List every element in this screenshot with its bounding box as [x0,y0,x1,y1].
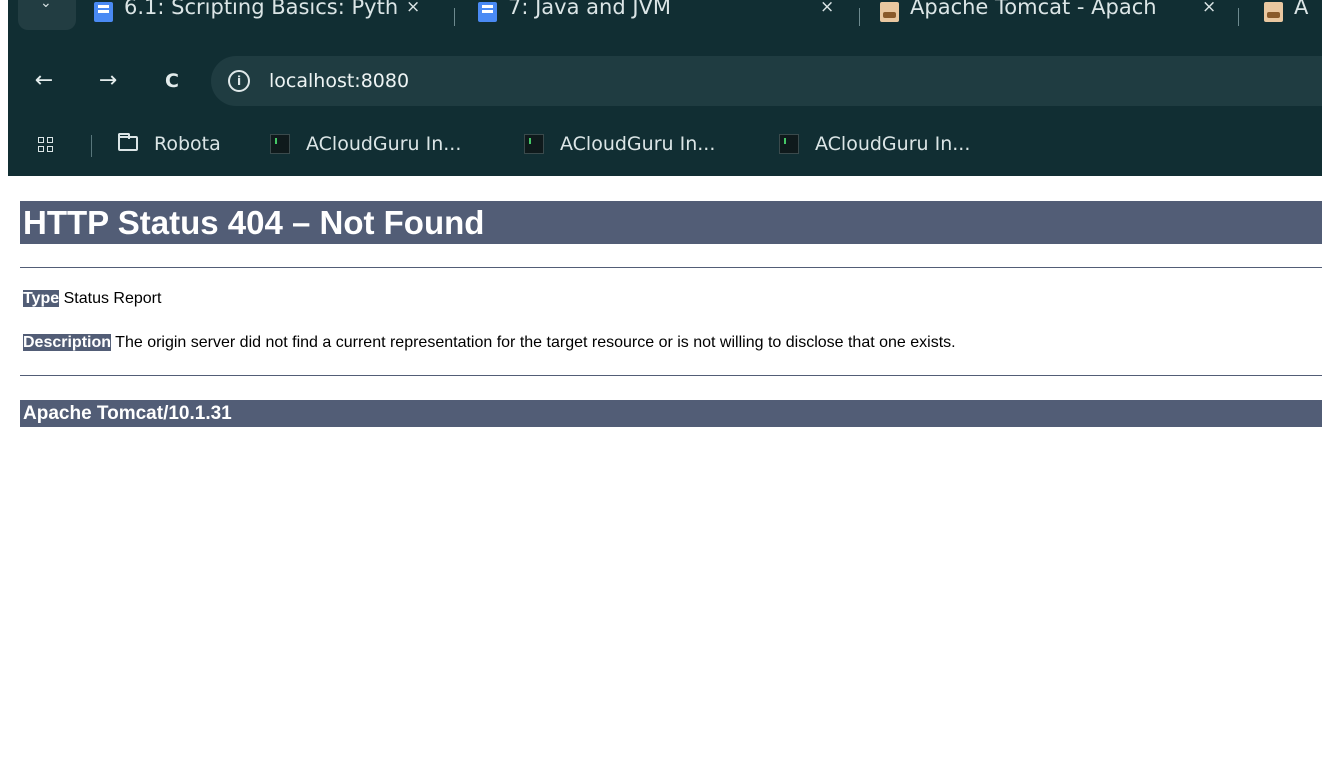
chevron-down-icon: ⌄ [40,0,52,10]
url-text[interactable]: localhost:8080 [269,56,409,106]
type-label: Type [23,290,60,307]
bookmarks-separator [91,135,92,157]
arrow-left-icon: ← [34,68,54,93]
terminal-icon [270,134,290,154]
bookmarks-bar: Robota ACloudGuru In... ACloudGuru In...… [8,120,1322,168]
tab-title: A [1294,0,1309,19]
terminal-icon [524,134,544,154]
info-icon[interactable]: i [228,70,250,92]
divider [20,267,1322,268]
close-icon[interactable]: × [820,0,834,24]
tab-separator [859,8,860,26]
bookmark-label: ACloudGuru In... [815,133,971,155]
close-icon[interactable]: × [1202,0,1216,24]
tab-title: 6.1: Scripting Basics: Pyth [124,0,399,19]
bookmark-acloudguru-3[interactable]: ACloudGuru In... [779,120,1009,168]
arrow-right-icon: → [98,68,118,93]
browser-chrome: ⌄ 6.1: Scripting Basics: Pyth × 7: Java … [8,0,1322,176]
description-label: Description [23,334,112,351]
page-title: HTTP Status 404 – Not Found [20,201,1322,244]
reload-icon: C [165,70,179,92]
docs-icon [94,2,113,22]
reload-button[interactable]: C [158,67,186,95]
divider [20,375,1322,376]
tab-apache-tomcat[interactable]: Apache Tomcat - Apach × [880,0,1225,24]
folder-icon [118,133,138,151]
apps-grid-icon[interactable] [38,137,54,153]
tab-scripting-basics[interactable]: 6.1: Scripting Basics: Pyth × [94,0,434,24]
tomcat-icon [1264,2,1283,22]
tab-search-button[interactable]: ⌄ [18,0,76,30]
tab-strip: ⌄ 6.1: Scripting Basics: Pyth × 7: Java … [8,0,1322,42]
bookmark-acloudguru-2[interactable]: ACloudGuru In... [524,120,754,168]
description-line: Description The origin server did not fi… [23,334,956,352]
toolbar: ← → C i localhost:8080 [8,42,1322,120]
bookmark-label: Robota [154,133,221,155]
tab-title: 7: Java and JVM [508,0,672,19]
terminal-icon [779,134,799,154]
close-icon[interactable]: × [406,0,420,24]
tab-java-jvm[interactable]: 7: Java and JVM × [478,0,848,24]
bookmark-label: ACloudGuru In... [560,133,716,155]
tab-separator [1238,8,1239,26]
tab-separator [454,8,455,26]
description-value: The origin server did not find a current… [115,334,956,351]
tab-apache-tomcat-2[interactable]: A [1264,0,1322,24]
type-line: Type Status Report [23,290,161,308]
back-button[interactable]: ← [30,67,58,95]
bookmark-label: ACloudGuru In... [306,133,462,155]
bookmark-robota[interactable]: Robota [118,120,248,168]
type-value: Status Report [63,290,162,307]
tab-title: Apache Tomcat - Apach [910,0,1157,19]
address-bar[interactable]: i localhost:8080 [211,56,1322,106]
tomcat-icon [880,2,899,22]
server-footer: Apache Tomcat/10.1.31 [20,400,1322,427]
bookmark-acloudguru-1[interactable]: ACloudGuru In... [270,120,500,168]
docs-icon [478,2,497,22]
forward-button[interactable]: → [94,67,122,95]
